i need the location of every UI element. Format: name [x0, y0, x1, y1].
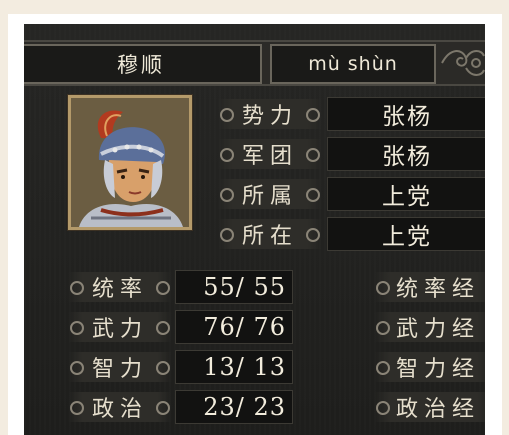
stat-exp-label-politics: 政治经 — [374, 392, 485, 422]
stat-exp-label-leadership-text: 统率经 — [396, 277, 481, 302]
stat-label-intelligence: 智力 — [68, 352, 172, 382]
stat-label-leadership-text: 统率 — [91, 277, 148, 302]
name-header-bar: 穆顺 mù shùn — [24, 40, 485, 86]
stat-label-politics-text: 政治 — [91, 397, 148, 422]
stat-exp-label-intelligence-text: 智力经 — [396, 357, 481, 382]
stat-label-war: 武力 — [68, 312, 172, 342]
label-affiliation: 所属 — [218, 179, 322, 209]
officer-info-panel: 穆顺 mù shùn 势力 张杨 军团 张杨 所属 上党 所在 上党 统率 55… — [24, 24, 485, 435]
stat-label-intelligence-text: 智力 — [91, 357, 148, 382]
value-affiliation: 上党 — [327, 177, 485, 211]
stat-value-leadership: 55/ 55 — [175, 270, 293, 304]
officer-name: 穆顺 — [24, 44, 262, 84]
value-location: 上党 — [327, 217, 485, 251]
officer-portrait — [68, 95, 192, 230]
stat-label-war-text: 武力 — [91, 317, 148, 342]
officer-name-pinyin: mù shùn — [270, 44, 436, 84]
corner-ornament-icon — [441, 50, 485, 76]
stat-label-politics: 政治 — [68, 392, 172, 422]
value-faction: 张杨 — [327, 97, 485, 131]
stat-exp-label-war-text: 武力经 — [396, 317, 481, 342]
label-location-text: 所在 — [241, 224, 298, 249]
label-affiliation-text: 所属 — [241, 184, 298, 209]
label-corps-text: 军团 — [241, 144, 298, 169]
stat-value-intelligence: 13/ 13 — [175, 350, 293, 384]
stat-value-war: 76/ 76 — [175, 310, 293, 344]
stat-exp-label-intelligence: 智力经 — [374, 352, 485, 382]
label-corps: 军团 — [218, 139, 322, 169]
value-corps: 张杨 — [327, 137, 485, 171]
general-portrait-icon — [71, 98, 189, 227]
label-faction-text: 势力 — [241, 104, 298, 129]
stat-exp-label-politics-text: 政治经 — [396, 397, 481, 422]
stat-value-politics: 23/ 23 — [175, 390, 293, 424]
stat-exp-label-leadership: 统率经 — [374, 272, 485, 302]
stat-label-leadership: 统率 — [68, 272, 172, 302]
label-location: 所在 — [218, 219, 322, 249]
label-faction: 势力 — [218, 99, 322, 129]
stat-exp-label-war: 武力经 — [374, 312, 485, 342]
